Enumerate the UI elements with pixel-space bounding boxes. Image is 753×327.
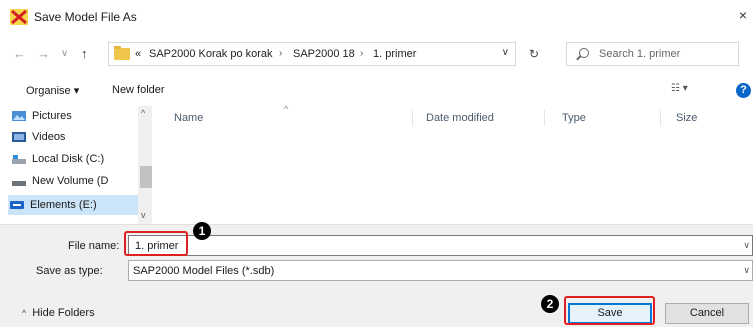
navigation-bar: ← → ∨ ↑ « SAP2000 Korak po korak › SAP20… [0, 34, 753, 74]
history-dropdown-icon[interactable]: ∨ [61, 46, 68, 62]
folder-icon [114, 46, 130, 60]
sidebar-item-videos[interactable]: Videos [10, 127, 140, 147]
view-options-icon[interactable]: ☷ ▾ [671, 83, 688, 94]
column-divider[interactable] [660, 110, 661, 126]
local-disk-icon [12, 155, 26, 164]
chevron-down-icon[interactable]: ∨ [743, 265, 750, 276]
breadcrumb-item[interactable]: SAP2000 18 [293, 48, 355, 60]
breadcrumb-separator: › [279, 48, 283, 59]
scroll-down-icon[interactable]: v [141, 210, 146, 220]
sap2000-app-icon [10, 9, 28, 25]
refresh-icon[interactable]: ↻ [521, 42, 547, 66]
save-as-type-label: Save as type: [36, 265, 103, 277]
hide-folders-button[interactable]: ^ Hide Folders [22, 307, 95, 319]
column-header-size[interactable]: Size [676, 112, 697, 124]
search-input[interactable]: Search 1. primer [566, 42, 739, 66]
highlight-file-name [124, 231, 188, 256]
address-bar[interactable]: « SAP2000 Korak po korak › SAP2000 18 › … [108, 42, 516, 66]
breadcrumb-separator: › [360, 48, 364, 59]
drive-icon [12, 181, 26, 186]
address-dropdown-icon[interactable]: ∨ [502, 47, 509, 58]
column-header-type[interactable]: Type [562, 112, 586, 124]
save-as-type-value: SAP2000 Model Files (*.sdb) [133, 265, 275, 277]
step-badge-1: 1 [193, 222, 211, 240]
breadcrumb-item[interactable]: 1. primer [373, 48, 416, 60]
window-title: Save Model File As [34, 10, 137, 24]
highlight-save-button [564, 296, 655, 325]
column-header-date-modified[interactable]: Date modified [426, 112, 494, 124]
cancel-button[interactable]: Cancel [665, 303, 749, 324]
file-list[interactable]: ^ Name Date modified Type Size [158, 104, 753, 224]
breadcrumb-overflow[interactable]: « [135, 48, 141, 60]
chevron-up-icon: ^ [22, 308, 27, 318]
search-placeholder: Search 1. primer [599, 48, 681, 60]
command-toolbar: Organise ▾ New folder ☷ ▾ ? [0, 74, 753, 106]
help-icon[interactable]: ? [736, 83, 751, 98]
new-folder-button[interactable]: New folder [112, 84, 165, 96]
organise-menu-button[interactable]: Organise ▾ [26, 84, 79, 97]
navpane-scroll-thumb[interactable] [140, 166, 152, 188]
navigation-pane: Pictures Videos Local Disk (C:) New Volu… [0, 106, 152, 224]
sidebar-item-new-volume[interactable]: New Volume (D [10, 171, 140, 191]
forward-arrow-icon[interactable]: → [37, 46, 50, 62]
title-bar: Save Model File As × [0, 0, 753, 34]
usb-drive-icon [10, 201, 24, 209]
close-button[interactable]: × [733, 4, 753, 26]
sidebar-item-pictures[interactable]: Pictures [10, 106, 140, 126]
sidebar-item-local-disk[interactable]: Local Disk (C:) [10, 149, 140, 169]
column-header-name[interactable]: Name [174, 112, 203, 124]
breadcrumb-item[interactable]: SAP2000 Korak po korak [149, 48, 273, 60]
file-name-label: File name: [68, 240, 120, 252]
sort-ascending-icon: ^ [284, 104, 289, 114]
up-arrow-icon[interactable]: ↑ [81, 46, 88, 62]
column-divider[interactable] [412, 110, 413, 126]
scroll-up-icon[interactable]: ^ [141, 108, 145, 118]
search-icon [579, 48, 589, 58]
column-divider[interactable] [544, 110, 545, 126]
chevron-down-icon[interactable]: ∨ [743, 240, 750, 251]
navpane-scrollbar[interactable] [138, 106, 152, 224]
videos-icon [12, 132, 26, 142]
sidebar-item-elements[interactable]: Elements (E:) [8, 195, 138, 215]
file-name-input[interactable]: 1. primer ∨ [128, 235, 753, 256]
back-arrow-icon[interactable]: ← [13, 46, 26, 62]
pictures-icon [12, 111, 26, 121]
save-as-type-select[interactable]: SAP2000 Model Files (*.sdb) ∨ [128, 260, 753, 281]
hide-folders-label: Hide Folders [32, 307, 95, 319]
step-badge-2: 2 [541, 295, 559, 313]
